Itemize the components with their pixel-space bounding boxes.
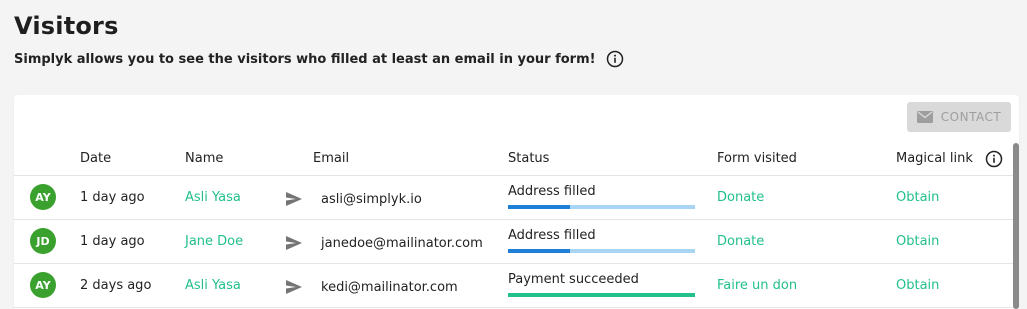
status-progress-fill	[508, 293, 695, 297]
mail-icon	[916, 111, 933, 123]
column-header-name[interactable]: Name	[185, 151, 223, 166]
send-icon[interactable]	[286, 235, 302, 250]
table-row[interactable]: JD 1 day ago Jane Doe janedoe@mailinator…	[14, 220, 1019, 264]
send-icon[interactable]	[286, 279, 302, 294]
avatar: AY	[30, 272, 56, 298]
magical-link[interactable]: Obtain	[896, 278, 939, 293]
status-progress-fill	[508, 249, 570, 253]
column-header-date[interactable]: Date	[80, 151, 111, 166]
send-icon[interactable]	[286, 191, 302, 206]
status-progress-bar	[508, 205, 695, 209]
status-text: Address filled	[508, 228, 596, 243]
avatar: JD	[30, 228, 56, 254]
status-progress-bar	[508, 249, 695, 253]
table-header: Date Name Email Status Form visited Magi…	[14, 141, 1019, 176]
form-visited-link[interactable]: Donate	[717, 234, 764, 249]
visitor-name-link[interactable]: Asli Yasa	[185, 190, 241, 205]
status-text: Address filled	[508, 184, 596, 199]
visit-date: 1 day ago	[80, 234, 145, 249]
column-header-form-visited[interactable]: Form visited	[717, 151, 797, 166]
status-progress-fill	[508, 205, 570, 209]
visitor-email: asli@simplyk.io	[321, 192, 422, 207]
visit-date: 2 days ago	[80, 278, 152, 293]
page-title: Visitors	[14, 12, 119, 40]
visitor-email: janedoe@mailinator.com	[321, 236, 483, 251]
table-row[interactable]: AY 1 day ago Asli Yasa asli@simplyk.io A…	[14, 176, 1019, 220]
contact-button[interactable]: CONTACT	[907, 102, 1011, 132]
avatar: AY	[30, 184, 56, 210]
visit-date: 1 day ago	[80, 190, 145, 205]
vertical-scrollbar[interactable]	[1013, 143, 1019, 309]
column-header-email[interactable]: Email	[313, 151, 349, 166]
contact-button-label: CONTACT	[940, 110, 1002, 124]
info-icon[interactable]	[985, 150, 1003, 168]
visitor-name-link[interactable]: Jane Doe	[185, 234, 243, 249]
visitor-name-link[interactable]: Asli Yasa	[185, 278, 241, 293]
visitors-card: CONTACT Date Name Email Status Form visi…	[14, 95, 1019, 309]
magical-link[interactable]: Obtain	[896, 190, 939, 205]
column-header-status[interactable]: Status	[508, 151, 549, 166]
status-text: Payment succeeded	[508, 272, 639, 287]
subtitle-row: Simplyk allows you to see the visitors w…	[14, 50, 624, 68]
magical-link[interactable]: Obtain	[896, 234, 939, 249]
page-subtitle: Simplyk allows you to see the visitors w…	[14, 51, 596, 67]
form-visited-link[interactable]: Donate	[717, 190, 764, 205]
visitor-email: kedi@mailinator.com	[321, 280, 458, 295]
table-row[interactable]: AY 2 days ago Asli Yasa kedi@mailinator.…	[14, 264, 1019, 308]
status-progress-bar	[508, 293, 695, 297]
form-visited-link[interactable]: Faire un don	[717, 278, 797, 293]
info-icon[interactable]	[606, 50, 624, 68]
column-header-magical-link[interactable]: Magical link	[896, 151, 973, 166]
